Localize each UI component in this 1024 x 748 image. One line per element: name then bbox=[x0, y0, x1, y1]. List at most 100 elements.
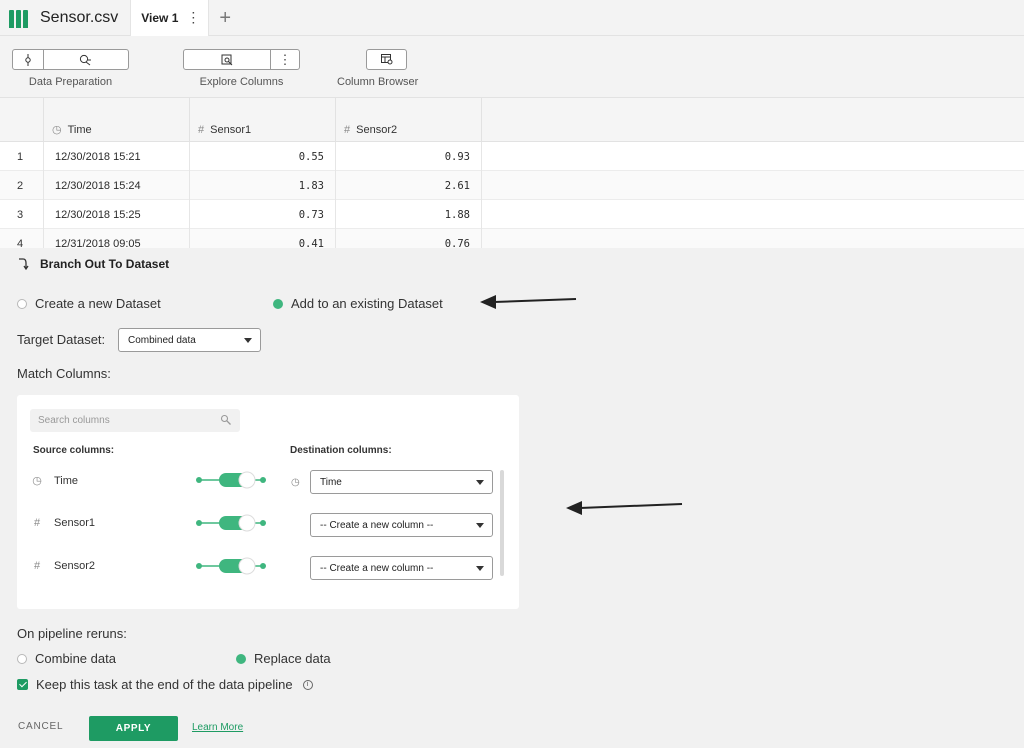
toolbar: Data Preparation ⋮ Explore Columns Colum… bbox=[0, 36, 1024, 98]
destination-select-sensor1[interactable]: -- Create a new column -- bbox=[310, 513, 493, 537]
hash-icon: # bbox=[33, 517, 41, 529]
branch-icon bbox=[19, 258, 29, 270]
radio-create-new[interactable] bbox=[17, 298, 27, 309]
table-row[interactable]: 4 12/31/2018 09:05 0.41 0.76 bbox=[0, 229, 1024, 248]
column-header-sensor2[interactable]: # Sensor2 bbox=[336, 98, 482, 142]
app-logo-icon bbox=[9, 8, 31, 28]
destination-select-time[interactable]: Time bbox=[310, 470, 493, 494]
sensor1-cell[interactable]: 0.73 bbox=[190, 200, 336, 229]
mapping-toggle[interactable] bbox=[195, 470, 267, 490]
clock-icon: ◷ bbox=[52, 124, 62, 136]
time-cell[interactable]: 12/30/2018 15:24 bbox=[44, 171, 190, 200]
destination-value: -- Create a new column -- bbox=[320, 519, 434, 531]
sensor2-cell[interactable]: 1.88 bbox=[336, 200, 482, 229]
search-icon bbox=[220, 414, 231, 425]
radio-combine-data[interactable] bbox=[17, 653, 27, 664]
grid-header: ◷ Time # Sensor1 # Sensor2 bbox=[0, 98, 1024, 142]
chevron-down-icon bbox=[476, 480, 484, 485]
sensor2-cell[interactable]: 0.76 bbox=[336, 229, 482, 248]
table-row[interactable]: 3 12/30/2018 15:25 0.73 1.88 bbox=[0, 200, 1024, 229]
option-label: Add to an existing Dataset bbox=[291, 296, 443, 311]
table-row[interactable]: 1 12/30/2018 15:21 0.55 0.93 bbox=[0, 142, 1024, 171]
keep-at-end-label: Keep this task at the end of the data pi… bbox=[36, 677, 293, 692]
option-label: Replace data bbox=[254, 651, 331, 666]
add-existing-dataset-option[interactable]: Add to an existing Dataset bbox=[273, 296, 443, 311]
keep-at-end-checkbox[interactable] bbox=[17, 679, 28, 690]
sensor2-cell[interactable]: 0.93 bbox=[336, 142, 482, 171]
data-preparation-menu-button[interactable] bbox=[43, 50, 128, 69]
tab-menu-icon[interactable]: ⋮ bbox=[186, 9, 200, 26]
sensor2-cell[interactable]: 2.61 bbox=[336, 171, 482, 200]
time-cell[interactable]: 12/31/2018 09:05 bbox=[44, 229, 190, 248]
hash-icon: # bbox=[33, 560, 41, 572]
source-column-sensor2: # Sensor2 bbox=[32, 560, 95, 572]
source-column-label: Sensor2 bbox=[54, 560, 95, 572]
panel-title: Branch Out To Dataset bbox=[18, 257, 169, 271]
transform-icon bbox=[79, 54, 91, 65]
mapping-toggle[interactable] bbox=[195, 556, 267, 576]
destination-select-sensor2[interactable]: -- Create a new column -- bbox=[310, 556, 493, 580]
pointer-arrow-icon bbox=[480, 295, 577, 309]
explore-columns-label: Explore Columns bbox=[199, 76, 284, 88]
chevron-down-icon bbox=[476, 566, 484, 571]
replace-data-option[interactable]: Replace data bbox=[236, 651, 331, 666]
branch-out-panel: Branch Out To Dataset Create a new Datas… bbox=[0, 248, 1024, 748]
sensor1-cell[interactable]: 0.41 bbox=[190, 229, 336, 248]
row-number: 3 bbox=[0, 200, 44, 229]
chevron-down-icon bbox=[476, 523, 484, 528]
create-new-dataset-option[interactable]: Create a new Dataset bbox=[17, 296, 161, 311]
radio-replace-data[interactable] bbox=[236, 653, 246, 664]
source-column-time: ◷ Time bbox=[32, 474, 78, 488]
column-header-sensor1[interactable]: # Sensor1 bbox=[190, 98, 336, 142]
scrollbar[interactable] bbox=[500, 470, 504, 576]
sensor1-cell[interactable]: 0.55 bbox=[190, 142, 336, 171]
mapping-toggle[interactable] bbox=[195, 513, 267, 533]
cancel-button[interactable]: CANCEL bbox=[18, 721, 63, 732]
explore-columns-menu-icon[interactable]: ⋮ bbox=[270, 50, 299, 69]
column-browser-group: Column Browser bbox=[337, 49, 418, 88]
destination-value: -- Create a new column -- bbox=[320, 562, 434, 574]
info-icon[interactable]: i bbox=[302, 679, 313, 690]
radio-add-existing[interactable] bbox=[273, 298, 283, 309]
apply-button[interactable]: APPLY bbox=[89, 716, 178, 741]
source-column-label: Sensor1 bbox=[54, 517, 95, 529]
explore-columns-group: ⋮ Explore Columns bbox=[183, 49, 300, 88]
time-cell[interactable]: 12/30/2018 15:25 bbox=[44, 200, 190, 229]
learn-more-link[interactable]: Learn More bbox=[192, 722, 243, 733]
time-cell[interactable]: 12/30/2018 15:21 bbox=[44, 142, 190, 171]
target-dataset-label: Target Dataset: bbox=[17, 332, 106, 347]
search-columns-input[interactable] bbox=[30, 409, 240, 432]
data-preparation-button[interactable] bbox=[13, 50, 43, 69]
row-number: 1 bbox=[0, 142, 44, 171]
source-column-sensor1: # Sensor1 bbox=[32, 517, 95, 529]
column-browser-icon bbox=[380, 54, 393, 65]
data-grid: ◷ Time # Sensor1 # Sensor2 1 12/30/2018 … bbox=[0, 98, 1024, 248]
add-tab-icon[interactable]: + bbox=[219, 8, 231, 28]
explore-columns-button[interactable] bbox=[184, 50, 270, 69]
column-header-label: Time bbox=[67, 124, 92, 136]
column-browser-button[interactable] bbox=[367, 50, 406, 69]
source-columns-header: Source columns: bbox=[33, 445, 115, 456]
match-columns-label: Match Columns: bbox=[17, 366, 111, 381]
clock-icon: ◷ bbox=[291, 477, 300, 488]
option-label: Combine data bbox=[35, 651, 116, 666]
data-preparation-buttons bbox=[12, 49, 129, 70]
sensor1-cell[interactable]: 1.83 bbox=[190, 171, 336, 200]
file-title: Sensor.csv bbox=[40, 8, 119, 26]
pointer-arrow-icon bbox=[566, 501, 683, 515]
destination-value: Time bbox=[320, 476, 342, 488]
combine-data-option[interactable]: Combine data bbox=[17, 651, 116, 666]
tab-view-1[interactable]: View 1 ⋮ bbox=[130, 0, 210, 36]
target-dataset-value: Combined data bbox=[128, 334, 196, 346]
target-dataset-select[interactable]: Combined data bbox=[118, 328, 261, 352]
column-browser-label: Column Browser bbox=[337, 76, 419, 88]
column-header-time[interactable]: ◷ Time bbox=[44, 98, 190, 142]
option-label: Create a new Dataset bbox=[35, 296, 161, 311]
row-number: 2 bbox=[0, 171, 44, 200]
pipeline-icon bbox=[25, 53, 31, 66]
row-number-header bbox=[0, 98, 44, 142]
hash-icon: # bbox=[198, 124, 205, 136]
table-row[interactable]: 2 12/30/2018 15:24 1.83 2.61 bbox=[0, 171, 1024, 200]
clock-icon: ◷ bbox=[32, 475, 42, 487]
keep-at-end-option[interactable]: Keep this task at the end of the data pi… bbox=[17, 677, 313, 692]
